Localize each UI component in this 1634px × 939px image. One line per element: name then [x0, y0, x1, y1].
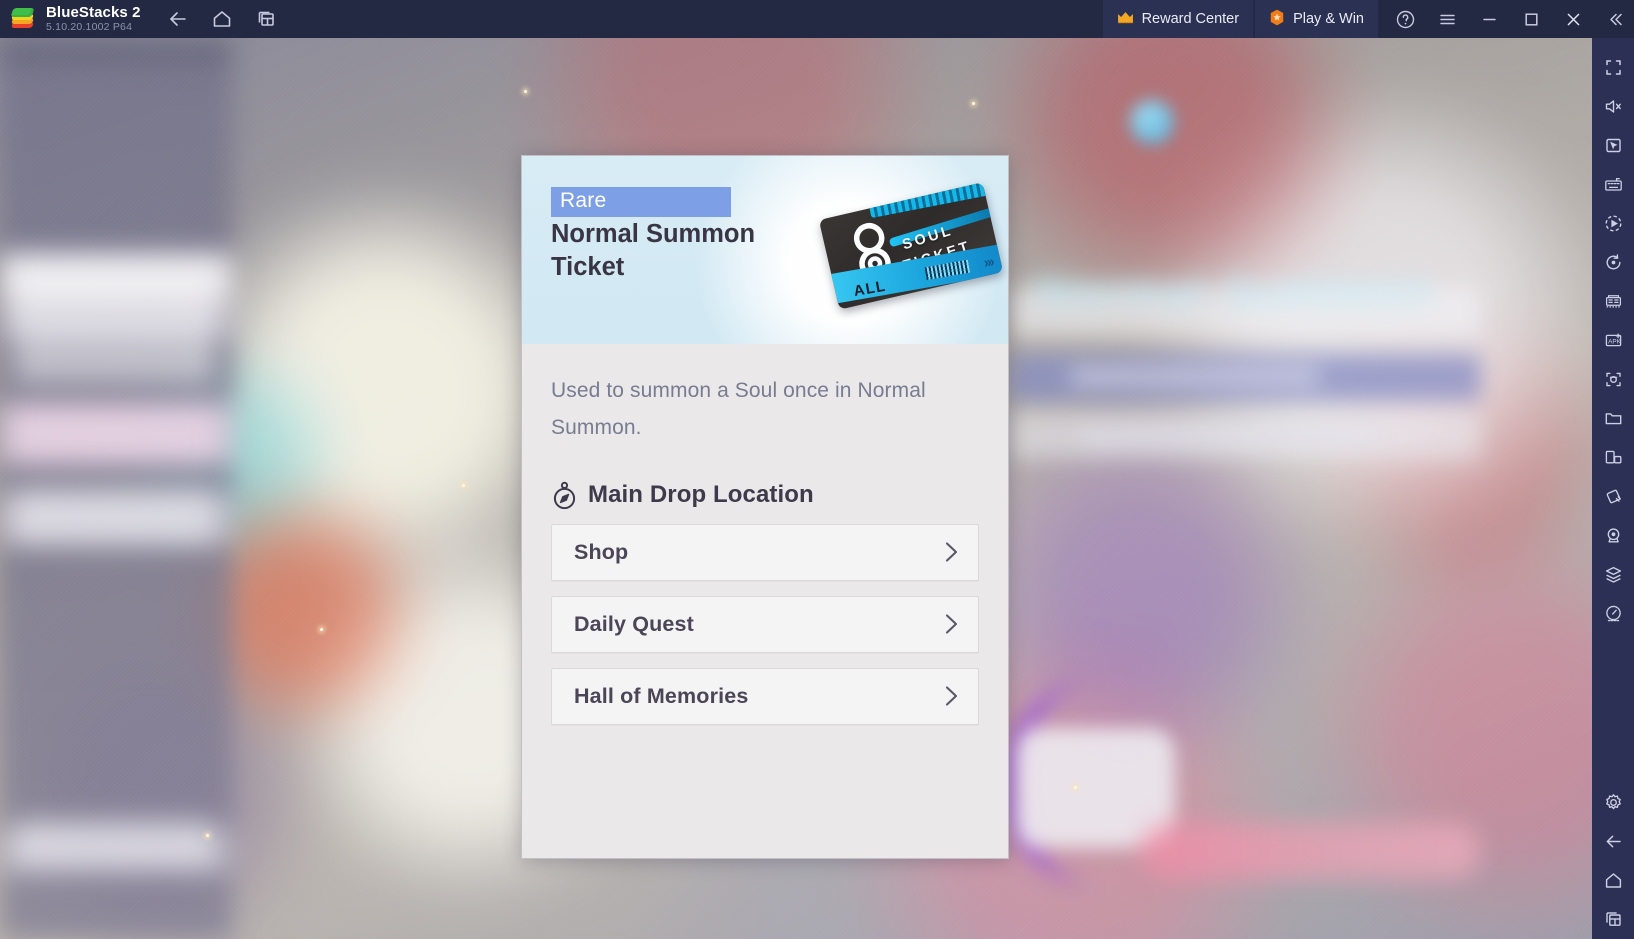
chevron-right-icon [938, 539, 964, 565]
fullscreen-icon[interactable] [1592, 48, 1634, 87]
back-icon[interactable] [163, 4, 193, 34]
location-icon[interactable] [1592, 516, 1634, 555]
sparkle [320, 628, 323, 631]
soul-ticket-icon: SOUL TICKET ALL ››› [818, 182, 1004, 314]
reward-center-button[interactable]: Reward Center [1102, 0, 1254, 38]
game-globe-blurred [1130, 100, 1174, 144]
help-icon[interactable] [1386, 0, 1424, 38]
mute-icon[interactable] [1592, 87, 1634, 126]
settings-gear-icon[interactable] [1592, 783, 1634, 822]
dialog-body: Used to summon a Soul once in Normal Sum… [522, 344, 1008, 725]
rarity-badge: Rare [551, 187, 731, 218]
close-icon[interactable] [1554, 0, 1592, 38]
compass-icon [551, 481, 578, 510]
play-and-win-button[interactable]: Play & Win [1255, 0, 1378, 38]
bluestacks-logo-icon [10, 6, 36, 32]
crown-icon [1117, 11, 1134, 28]
sync-operations-icon[interactable] [1592, 243, 1634, 282]
dialog-header: Rare Normal Summon Ticket SOUL ALL ››› [522, 156, 1008, 344]
drop-location-label: Shop [574, 539, 629, 564]
android-recents-icon[interactable] [1592, 900, 1634, 939]
item-name: Normal Summon Ticket [551, 218, 786, 283]
bluestacks-sidebar: APK [1592, 38, 1634, 939]
drop-location-label: Hall of Memories [574, 683, 749, 708]
bluestacks-window: BlueStacks 2 5.10.20.1002 P64 Reward Cen… [0, 0, 1634, 939]
sparkle [524, 90, 527, 93]
svg-text:APK: APK [1608, 339, 1622, 346]
window-system-buttons [1378, 0, 1634, 38]
cursor-pointer-icon[interactable] [1592, 126, 1634, 165]
app-title: BlueStacks 2 [46, 3, 141, 21]
drop-location-item-shop[interactable]: Shop [551, 523, 979, 581]
sparkle [206, 834, 209, 837]
banner-text: Normal Summon [1036, 265, 1434, 318]
sparkle [1074, 786, 1077, 789]
performance-meter-icon[interactable] [1592, 594, 1634, 633]
collapse-chevrons-icon[interactable] [1596, 0, 1634, 38]
game-left-panel-blurred [0, 38, 232, 939]
play-and-win-label: Play & Win [1293, 11, 1364, 27]
android-back-icon[interactable] [1592, 822, 1634, 861]
reward-center-label: Reward Center [1141, 11, 1240, 27]
titlebar-nav-group [163, 4, 281, 34]
minimize-icon[interactable] [1470, 0, 1508, 38]
title-bar: BlueStacks 2 5.10.20.1002 P64 Reward Cen… [0, 0, 1634, 38]
app-title-block: BlueStacks 2 5.10.20.1002 P64 [46, 3, 141, 34]
script-layers-icon[interactable] [1592, 555, 1634, 594]
multi-window-icon[interactable] [1592, 438, 1634, 477]
chevron-right-icon [938, 611, 964, 637]
install-apk-icon[interactable]: APK [1592, 321, 1634, 360]
drop-location-section-header: Main Drop Location [551, 481, 979, 510]
multi-instance-manager-icon[interactable] [1592, 282, 1634, 321]
item-detail-dialog[interactable]: Rare Normal Summon Ticket SOUL ALL ››› U… [521, 155, 1009, 859]
drop-location-title: Main Drop Location [588, 481, 814, 509]
item-description: Used to summon a Soul once in Normal Sum… [551, 379, 926, 440]
multi-instance-icon[interactable] [251, 4, 281, 34]
screenshot-icon[interactable] [1592, 360, 1634, 399]
macro-play-icon[interactable] [1592, 204, 1634, 243]
keyboard-controls-icon[interactable] [1592, 165, 1634, 204]
drop-location-item-hall-of-memories[interactable]: Hall of Memories [551, 667, 979, 725]
hex-star-badge-icon [1269, 9, 1285, 30]
sparkle [462, 484, 465, 487]
maximize-icon[interactable] [1512, 0, 1550, 38]
game-pink-bar-blurred [1140, 823, 1480, 879]
game-banner-blurred: Normal Summon [1010, 168, 1480, 498]
drop-location-list: Shop Daily Quest Hall of Memories [551, 523, 979, 725]
home-icon[interactable] [207, 4, 237, 34]
rotate-tilt-icon[interactable] [1592, 477, 1634, 516]
emulator-viewport[interactable]: Normal Summon Rare Normal Summon Ticket [0, 38, 1592, 939]
hamburger-menu-icon[interactable] [1428, 0, 1466, 38]
item-name-line-2: Ticket [551, 252, 625, 281]
media-folder-icon[interactable] [1592, 399, 1634, 438]
chevron-right-icon [938, 683, 964, 709]
titlebar-right-group: Reward Center Play & Win [1102, 0, 1634, 38]
item-name-line-1: Normal Summon [551, 220, 756, 248]
drop-location-item-daily-quest[interactable]: Daily Quest [551, 595, 979, 653]
app-version: 5.10.20.1002 P64 [46, 21, 133, 34]
android-home-icon[interactable] [1592, 861, 1634, 900]
sparkle [972, 102, 975, 105]
drop-location-label: Daily Quest [574, 611, 694, 636]
